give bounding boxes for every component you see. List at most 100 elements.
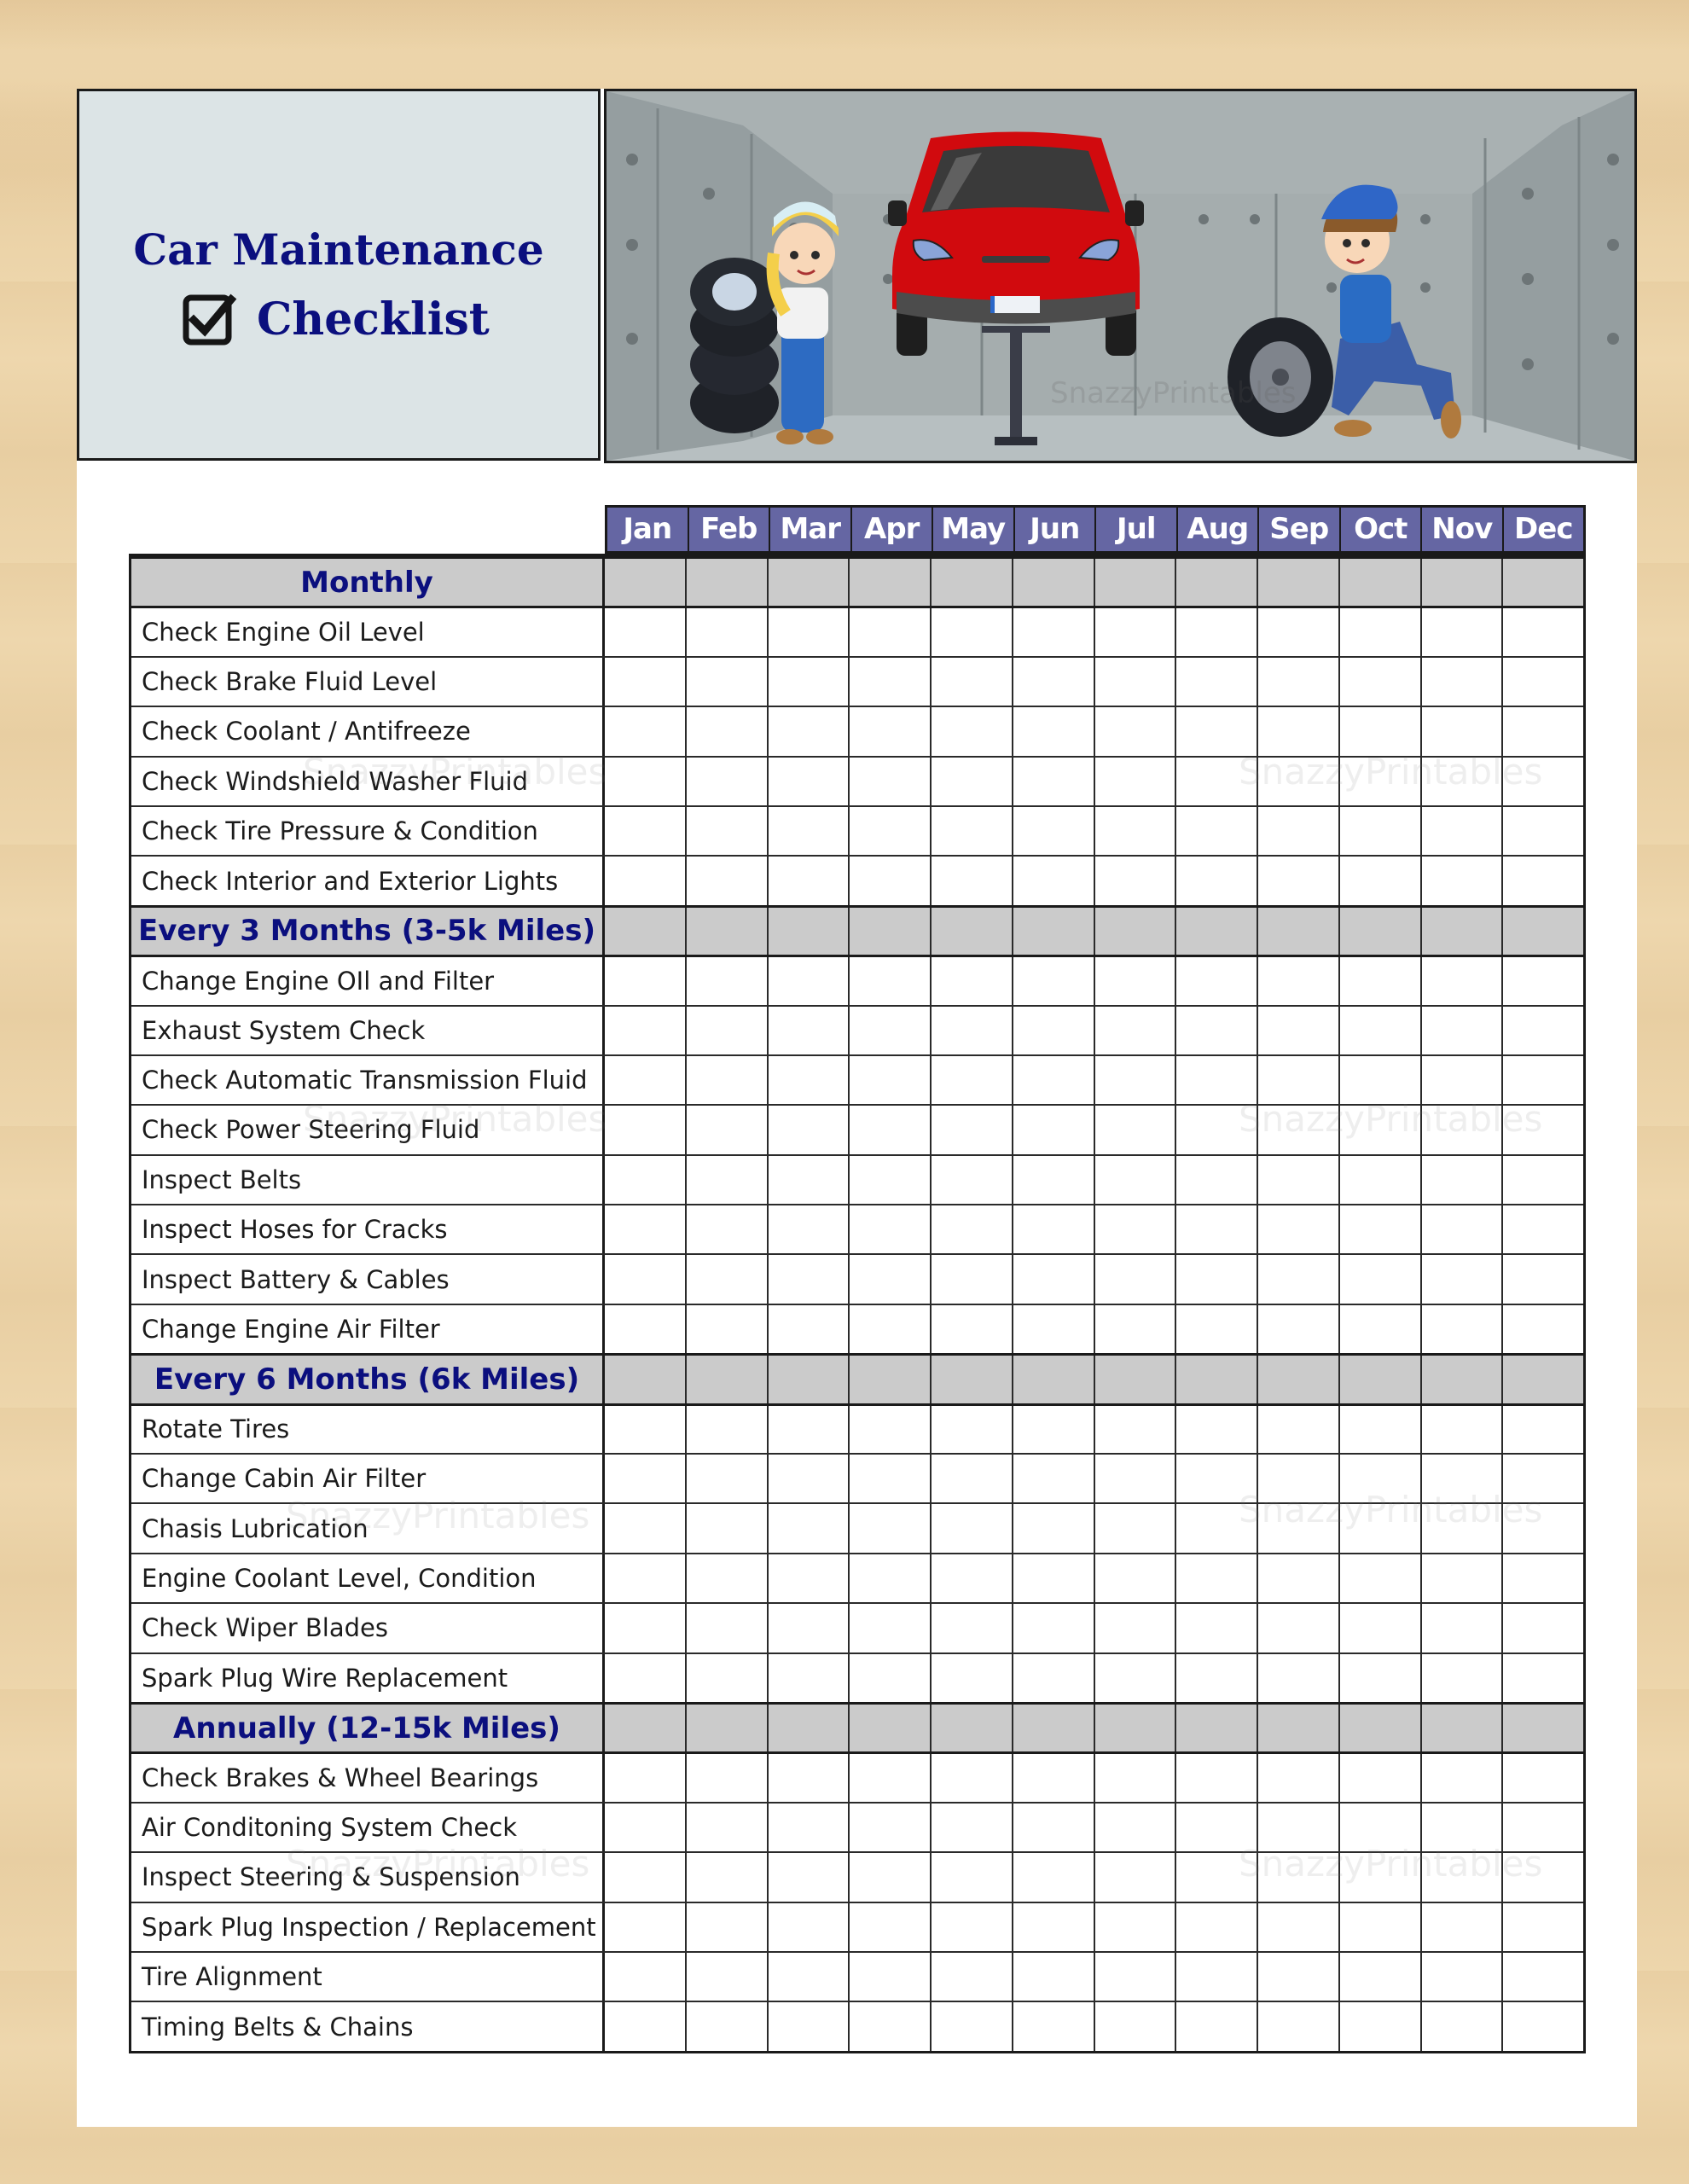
- checkbox-cell-dec[interactable]: [1501, 608, 1583, 656]
- checkbox-cell-apr[interactable]: [848, 1803, 930, 1852]
- checkbox-cell-apr[interactable]: [848, 957, 930, 1005]
- checkbox-cell-jun[interactable]: [1011, 757, 1094, 805]
- checkbox-cell-jun[interactable]: [1011, 1106, 1094, 1154]
- checkbox-cell-jun[interactable]: [1011, 1455, 1094, 1503]
- checkbox-cell-mar[interactable]: [766, 608, 849, 656]
- checkbox-cell-feb[interactable]: [684, 1754, 767, 1802]
- checkbox-cell-aug[interactable]: [1175, 1554, 1257, 1603]
- checkbox-cell-nov[interactable]: [1419, 1006, 1502, 1054]
- checkbox-cell-dec[interactable]: [1501, 1504, 1583, 1553]
- checkbox-cell-jul[interactable]: [1093, 608, 1175, 656]
- checkbox-cell-apr[interactable]: [848, 2002, 930, 2051]
- checkbox-cell-sep[interactable]: [1257, 1155, 1338, 1205]
- checkbox-cell-sep[interactable]: [1257, 1006, 1338, 1054]
- checkbox-cell-jan[interactable]: [605, 2002, 685, 2050]
- checkbox-cell-feb[interactable]: [684, 1155, 767, 1205]
- checkbox-cell-sep[interactable]: [1257, 1455, 1338, 1503]
- checkbox-cell-jan[interactable]: [605, 1455, 685, 1502]
- checkbox-cell-jun[interactable]: [1011, 1205, 1094, 1254]
- checkbox-cell-aug[interactable]: [1175, 1304, 1257, 1354]
- checkbox-cell-may[interactable]: [930, 1653, 1012, 1702]
- checkbox-cell-jan[interactable]: [605, 957, 685, 1004]
- checkbox-cell-mar[interactable]: [766, 1803, 849, 1852]
- checkbox-cell-oct[interactable]: [1338, 1106, 1420, 1154]
- checkbox-cell-sep[interactable]: [1257, 757, 1338, 805]
- checkbox-cell-nov[interactable]: [1419, 1504, 1502, 1553]
- checkbox-cell-jun[interactable]: [1011, 1554, 1094, 1603]
- checkbox-cell-feb[interactable]: [684, 957, 767, 1005]
- checkbox-cell-dec[interactable]: [1501, 1455, 1583, 1503]
- checkbox-cell-jun[interactable]: [1011, 707, 1094, 756]
- checkbox-cell-jun[interactable]: [1011, 806, 1094, 856]
- checkbox-cell-jul[interactable]: [1093, 1055, 1175, 1105]
- checkbox-cell-sep[interactable]: [1257, 957, 1338, 1005]
- checkbox-cell-jul[interactable]: [1093, 707, 1175, 756]
- checkbox-cell-dec[interactable]: [1501, 1006, 1583, 1054]
- checkbox-cell-jun[interactable]: [1011, 1405, 1094, 1454]
- checkbox-cell-feb[interactable]: [684, 1304, 767, 1354]
- checkbox-cell-apr[interactable]: [848, 1902, 930, 1951]
- checkbox-cell-jan[interactable]: [605, 1156, 685, 1204]
- checkbox-cell-apr[interactable]: [848, 1754, 930, 1802]
- checkbox-cell-jun[interactable]: [1011, 1853, 1094, 1902]
- checkbox-cell-feb[interactable]: [684, 1405, 767, 1454]
- checkbox-cell-apr[interactable]: [848, 1853, 930, 1902]
- checkbox-cell-may[interactable]: [930, 957, 1012, 1005]
- checkbox-cell-sep[interactable]: [1257, 1405, 1338, 1454]
- checkbox-cell-jan[interactable]: [605, 1754, 685, 1801]
- checkbox-cell-mar[interactable]: [766, 857, 849, 905]
- checkbox-cell-feb[interactable]: [684, 857, 767, 905]
- checkbox-cell-sep[interactable]: [1257, 857, 1338, 905]
- checkbox-cell-oct[interactable]: [1338, 1155, 1420, 1205]
- checkbox-cell-sep[interactable]: [1257, 657, 1338, 706]
- checkbox-cell-aug[interactable]: [1175, 1803, 1257, 1852]
- checkbox-cell-jul[interactable]: [1093, 1754, 1175, 1802]
- checkbox-cell-mar[interactable]: [766, 1604, 849, 1653]
- checkbox-cell-may[interactable]: [930, 1504, 1012, 1553]
- checkbox-cell-may[interactable]: [930, 707, 1012, 756]
- checkbox-cell-jan[interactable]: [605, 1406, 685, 1453]
- checkbox-cell-apr[interactable]: [848, 1205, 930, 1254]
- checkbox-cell-jul[interactable]: [1093, 657, 1175, 706]
- checkbox-cell-sep[interactable]: [1257, 1504, 1338, 1553]
- checkbox-cell-feb[interactable]: [684, 1504, 767, 1553]
- checkbox-cell-nov[interactable]: [1419, 1902, 1502, 1951]
- checkbox-cell-jan[interactable]: [605, 1205, 685, 1253]
- checkbox-cell-oct[interactable]: [1338, 1255, 1420, 1304]
- checkbox-cell-apr[interactable]: [848, 1255, 930, 1304]
- checkbox-cell-apr[interactable]: [848, 857, 930, 905]
- checkbox-cell-nov[interactable]: [1419, 1952, 1502, 2001]
- checkbox-cell-jun[interactable]: [1011, 1006, 1094, 1054]
- checkbox-cell-may[interactable]: [930, 2002, 1012, 2051]
- checkbox-cell-nov[interactable]: [1419, 806, 1502, 856]
- checkbox-cell-apr[interactable]: [848, 1006, 930, 1054]
- checkbox-cell-jul[interactable]: [1093, 1106, 1175, 1154]
- checkbox-cell-oct[interactable]: [1338, 608, 1420, 656]
- checkbox-cell-nov[interactable]: [1419, 957, 1502, 1005]
- checkbox-cell-jul[interactable]: [1093, 857, 1175, 905]
- checkbox-cell-apr[interactable]: [848, 657, 930, 706]
- checkbox-cell-may[interactable]: [930, 608, 1012, 656]
- checkbox-cell-sep[interactable]: [1257, 2002, 1338, 2051]
- checkbox-cell-dec[interactable]: [1501, 1405, 1583, 1454]
- checkbox-cell-oct[interactable]: [1338, 1902, 1420, 1951]
- checkbox-cell-jan[interactable]: [605, 758, 685, 805]
- checkbox-cell-nov[interactable]: [1419, 1853, 1502, 1902]
- checkbox-cell-oct[interactable]: [1338, 2002, 1420, 2051]
- checkbox-cell-may[interactable]: [930, 1604, 1012, 1653]
- checkbox-cell-nov[interactable]: [1419, 1455, 1502, 1503]
- checkbox-cell-jan[interactable]: [605, 857, 685, 904]
- checkbox-cell-jun[interactable]: [1011, 1754, 1094, 1802]
- checkbox-cell-mar[interactable]: [766, 757, 849, 805]
- checkbox-cell-mar[interactable]: [766, 1653, 849, 1702]
- checkbox-cell-jul[interactable]: [1093, 1455, 1175, 1503]
- checkbox-cell-oct[interactable]: [1338, 1006, 1420, 1054]
- checkbox-cell-aug[interactable]: [1175, 707, 1257, 756]
- checkbox-cell-jan[interactable]: [605, 1654, 685, 1702]
- checkbox-cell-oct[interactable]: [1338, 1205, 1420, 1254]
- checkbox-cell-nov[interactable]: [1419, 1205, 1502, 1254]
- checkbox-cell-feb[interactable]: [684, 608, 767, 656]
- checkbox-cell-aug[interactable]: [1175, 1106, 1257, 1154]
- checkbox-cell-feb[interactable]: [684, 806, 767, 856]
- checkbox-cell-jan[interactable]: [605, 1504, 685, 1552]
